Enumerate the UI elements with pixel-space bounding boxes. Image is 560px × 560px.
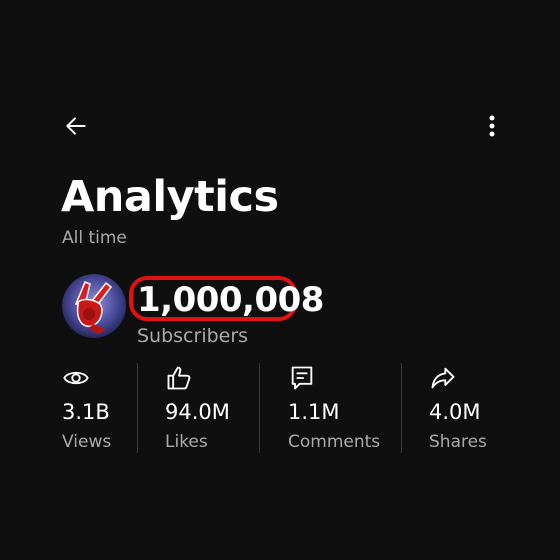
subscriber-label: Subscribers bbox=[137, 325, 249, 347]
more-vertical-icon bbox=[489, 115, 495, 137]
back-button[interactable] bbox=[56, 106, 96, 146]
stat-label: Views bbox=[62, 432, 112, 452]
more-options-button[interactable] bbox=[472, 106, 512, 146]
peace-sign-hand-avatar bbox=[62, 274, 126, 338]
stat-label: Comments bbox=[288, 432, 381, 452]
share-icon bbox=[431, 367, 455, 389]
arrow-left-icon bbox=[66, 117, 86, 135]
time-period-label: All time bbox=[62, 228, 127, 248]
channel-avatar[interactable] bbox=[62, 274, 126, 338]
eye-icon bbox=[63, 371, 89, 385]
stat-divider bbox=[401, 363, 402, 453]
thumbs-up-icon bbox=[167, 366, 191, 390]
stat-divider bbox=[137, 363, 138, 453]
stats-row: 3.1B Views 94.0M Likes 1.1M Comments 4.0… bbox=[0, 360, 560, 460]
stat-label: Likes bbox=[165, 432, 208, 452]
stat-label: Shares bbox=[429, 432, 487, 452]
stat-value: 3.1B bbox=[62, 400, 110, 424]
stat-divider bbox=[259, 363, 260, 453]
stat-value: 94.0M bbox=[165, 400, 230, 424]
subscriber-count: 1,000,008 bbox=[137, 280, 324, 320]
stat-value: 4.0M bbox=[429, 400, 481, 424]
top-bar bbox=[0, 104, 560, 148]
stat-value: 1.1M bbox=[288, 400, 340, 424]
page-title: Analytics bbox=[61, 172, 279, 222]
comment-icon bbox=[291, 366, 313, 390]
